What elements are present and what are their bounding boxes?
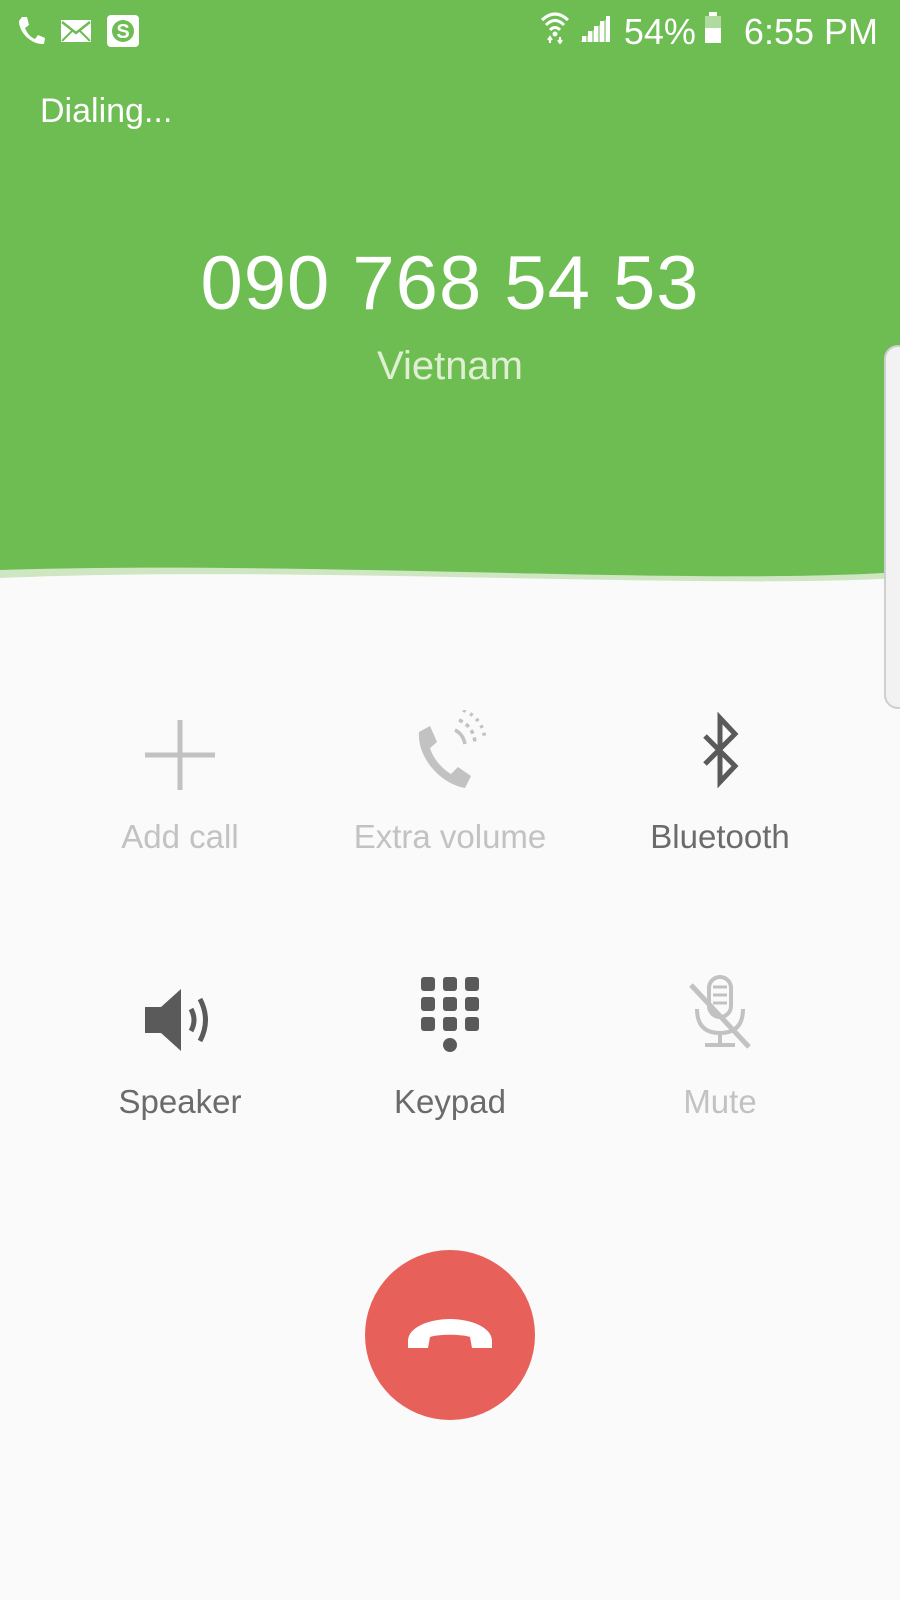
extra-volume-label: Extra volume [353,818,547,855]
edge-panel-handle[interactable] [884,345,900,709]
keypad-button[interactable]: Keypad [320,975,580,1155]
mic-off-icon [675,975,765,1065]
wifi-icon [540,10,570,54]
bluetooth-icon [675,710,765,800]
svg-text:S: S [116,21,129,43]
caller-location: Vietnam [376,344,523,388]
money-app-icon: S [106,14,140,53]
mute-button[interactable]: Mute [590,975,850,1155]
keypad-icon [405,975,495,1065]
end-call-button[interactable] [365,1250,535,1420]
phone-number: 090 768 54 53 [200,241,700,326]
add-call-label: Add call [121,818,239,855]
phone-icon [16,15,46,52]
speaker-button[interactable]: Speaker [50,975,310,1155]
mail-icon [60,18,92,49]
extra-volume-icon [405,708,495,800]
speaker-icon [135,975,225,1065]
bluetooth-button[interactable]: Bluetooth [590,710,850,890]
plus-icon [135,710,225,800]
battery-icon [704,10,722,54]
mute-label: Mute [683,1083,757,1120]
bluetooth-label: Bluetooth [650,818,790,855]
call-header: S 54% 6:55 PM Dialing... 090 768 54 53 V… [0,0,900,600]
extra-volume-button[interactable]: Extra volume [320,708,580,890]
status-bar: S 54% 6:55 PM [0,0,900,64]
speaker-label: Speaker [118,1083,242,1120]
keypad-label: Keypad [394,1083,506,1120]
call-screen: S 54% 6:55 PM Dialing... 090 768 54 53 V… [0,0,900,1600]
battery-percentage: 54% [623,11,696,52]
status-time: 6:55 PM [743,11,878,52]
call-state: Dialing... [40,92,173,130]
add-call-button[interactable]: Add call [50,710,310,890]
signal-icon [578,10,612,54]
